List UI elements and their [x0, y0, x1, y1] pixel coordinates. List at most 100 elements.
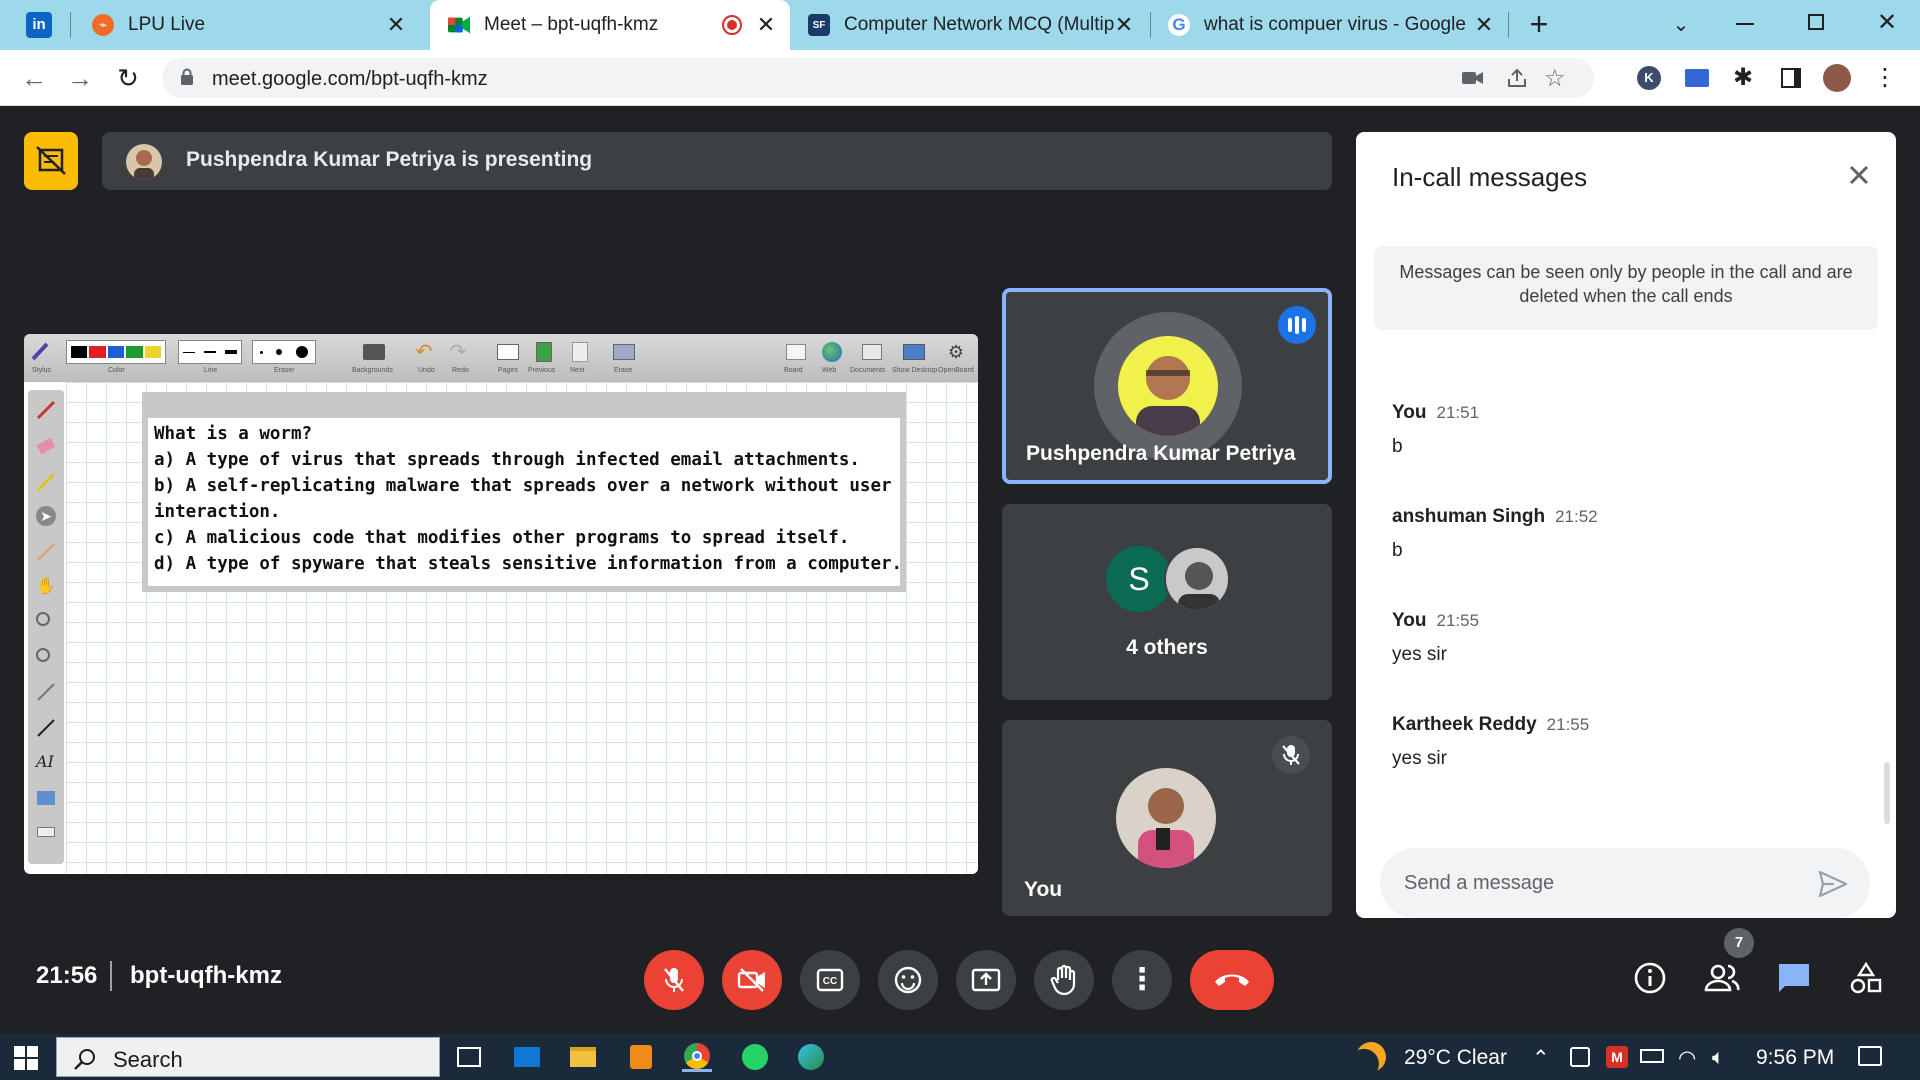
- redo-icon[interactable]: ↷: [444, 340, 472, 364]
- zoom-in-icon[interactable]: [36, 612, 56, 632]
- close-icon[interactable]: [1842, 158, 1876, 192]
- line-width-selector[interactable]: [178, 340, 242, 364]
- taskbar-clock[interactable]: 9:56 PM: [1756, 1046, 1834, 1070]
- tab-lpu-live[interactable]: ⌁ LPU Live ✕: [80, 0, 420, 50]
- notifications-icon[interactable]: [1858, 1046, 1882, 1066]
- back-button[interactable]: ←: [18, 62, 50, 94]
- tray-chevron-icon[interactable]: ⌃: [1532, 1046, 1550, 1071]
- gmail-tray-icon[interactable]: M: [1606, 1046, 1628, 1068]
- chat-button[interactable]: [1774, 958, 1814, 998]
- windows-start-icon[interactable]: [14, 1046, 38, 1070]
- capture-icon[interactable]: [36, 788, 56, 808]
- people-button[interactable]: [1702, 958, 1742, 998]
- board-icon[interactable]: [782, 340, 810, 364]
- pen-icon[interactable]: [36, 400, 56, 420]
- meeting-details-button[interactable]: [1630, 958, 1670, 998]
- tab-search-chevron-icon[interactable]: ⌄: [1666, 10, 1696, 40]
- camera-icon[interactable]: [1462, 68, 1484, 88]
- eraser-icon[interactable]: [36, 436, 56, 456]
- close-icon[interactable]: ✕: [754, 13, 778, 37]
- close-icon[interactable]: ✕: [1112, 13, 1136, 37]
- question-text-box[interactable]: What is a worm? a) A type of virus that …: [142, 392, 906, 592]
- whiteboard-canvas[interactable]: What is a worm? a) A type of virus that …: [66, 382, 978, 874]
- chat-scrollbar[interactable]: [1884, 762, 1890, 824]
- participant-tile-presenter[interactable]: Pushpendra Kumar Petriya: [1002, 288, 1332, 484]
- selector-arrow-icon[interactable]: ➤: [36, 506, 56, 526]
- participant-tile-self[interactable]: You: [1002, 720, 1332, 916]
- close-icon[interactable]: ✕: [384, 13, 408, 37]
- color-palette[interactable]: [66, 340, 166, 364]
- tab-computer-network-mcq[interactable]: SF Computer Network MCQ (Multip ✕: [796, 0, 1148, 50]
- taskbar-search-box[interactable]: Search: [56, 1037, 440, 1077]
- tab-google-search[interactable]: G what is compuer virus - Google S ✕: [1156, 0, 1508, 50]
- send-icon[interactable]: [1818, 870, 1848, 898]
- extension-screen-icon[interactable]: [1682, 63, 1712, 93]
- presentation-icon[interactable]: [24, 132, 78, 190]
- tray-app-icon[interactable]: [1570, 1047, 1590, 1067]
- extension-k-icon[interactable]: K: [1634, 63, 1664, 93]
- tool-label: Redo: [452, 367, 469, 374]
- present-now-button[interactable]: [956, 950, 1016, 1010]
- next-icon[interactable]: [566, 340, 594, 364]
- leave-call-button[interactable]: [1190, 950, 1274, 1010]
- tab-title: Meet – bpt-uqfh-kmz: [484, 14, 659, 35]
- activities-button[interactable]: [1846, 958, 1886, 998]
- backgrounds-icon[interactable]: [360, 340, 388, 364]
- forward-button[interactable]: →: [64, 62, 96, 94]
- minimize-button[interactable]: [1736, 23, 1754, 25]
- zoom-out-icon[interactable]: [36, 648, 56, 668]
- bookmark-star-icon[interactable]: ☆: [1544, 64, 1566, 93]
- edge-icon[interactable]: [796, 1042, 826, 1072]
- sublime-text-icon[interactable]: [626, 1042, 656, 1072]
- new-tab-button[interactable]: +: [1524, 8, 1554, 40]
- restore-button[interactable]: [1808, 14, 1824, 30]
- close-window-button[interactable]: ✕: [1872, 8, 1902, 38]
- erase-icon[interactable]: [610, 340, 638, 364]
- documents-icon[interactable]: [858, 340, 886, 364]
- send-message-input[interactable]: [1380, 848, 1870, 918]
- reload-button[interactable]: ↻: [112, 62, 144, 94]
- hang-up-icon: [1215, 974, 1249, 986]
- close-icon[interactable]: ✕: [1472, 13, 1496, 37]
- captions-button[interactable]: CC: [800, 950, 860, 1010]
- previous-icon[interactable]: [530, 340, 558, 364]
- laser-pointer-icon[interactable]: [36, 682, 56, 702]
- sanfoundry-icon: SF: [808, 14, 830, 36]
- wifi-icon[interactable]: ◠: [1678, 1046, 1696, 1071]
- show-desktop-icon[interactable]: [900, 340, 928, 364]
- mail-icon[interactable]: [512, 1042, 542, 1072]
- pages-icon[interactable]: [494, 340, 522, 364]
- hand-icon[interactable]: ✋: [36, 576, 56, 596]
- text-tool-icon[interactable]: AI: [36, 752, 56, 772]
- profile-avatar[interactable]: [1822, 63, 1852, 93]
- keyboard-icon[interactable]: [36, 822, 56, 842]
- linkedin-icon[interactable]: in: [26, 12, 52, 38]
- openboard-icon[interactable]: ⚙: [942, 340, 970, 364]
- mic-toggle-button[interactable]: [644, 950, 704, 1010]
- task-view-icon[interactable]: [454, 1042, 484, 1072]
- participant-tile-others[interactable]: S 4 others: [1002, 504, 1332, 700]
- stylus-icon[interactable]: [30, 340, 58, 364]
- web-globe-icon[interactable]: [818, 340, 846, 364]
- address-bar[interactable]: meet.google.com/bpt-uqfh-kmz ☆: [162, 58, 1594, 98]
- interact-icon[interactable]: [36, 542, 56, 562]
- eraser-size-selector[interactable]: [252, 340, 316, 364]
- tab-title: what is compuer virus - Google S: [1204, 14, 1472, 35]
- tab-meet[interactable]: Meet – bpt-uqfh-kmz ✕: [430, 0, 790, 50]
- line-tool-icon[interactable]: [36, 718, 56, 738]
- raise-hand-button[interactable]: [1034, 950, 1094, 1010]
- more-options-button[interactable]: ⋮: [1112, 950, 1172, 1010]
- whatsapp-icon[interactable]: [740, 1042, 770, 1072]
- marker-icon[interactable]: [36, 472, 56, 492]
- volume-icon[interactable]: 🔈︎: [1712, 1046, 1725, 1070]
- chrome-icon[interactable]: [682, 1042, 712, 1072]
- camera-toggle-button[interactable]: [722, 950, 782, 1010]
- side-panel-icon[interactable]: [1776, 63, 1806, 93]
- file-explorer-icon[interactable]: [568, 1042, 598, 1072]
- menu-kebab-icon[interactable]: ⋮: [1870, 63, 1900, 93]
- share-icon[interactable]: [1506, 67, 1528, 89]
- tool-label: OpenBoard: [938, 367, 974, 374]
- undo-icon[interactable]: ↶: [410, 340, 438, 364]
- extensions-puzzle-icon[interactable]: ✱: [1728, 63, 1758, 93]
- reactions-button[interactable]: [878, 950, 938, 1010]
